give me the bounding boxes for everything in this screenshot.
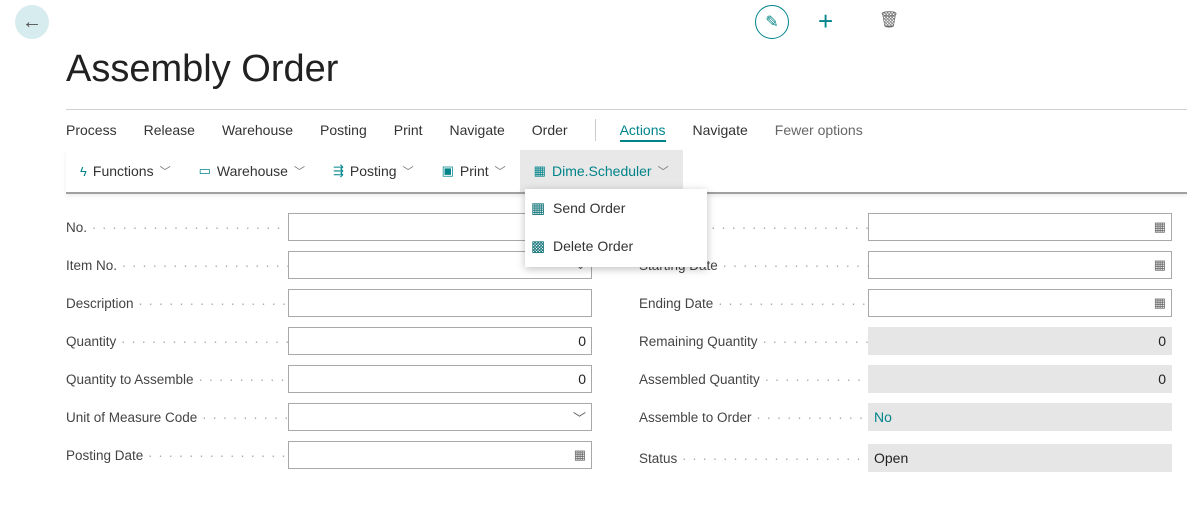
- functions-button[interactable]: ϟ Functions ﹀: [66, 150, 185, 192]
- delete-button[interactable]: 🗑: [879, 10, 899, 30]
- field-due-date: Due Date▦: [639, 213, 1172, 241]
- calendar-icon[interactable]: ▦: [1154, 295, 1166, 311]
- field-no: No.: [66, 213, 592, 241]
- left-fields: No. Item No.⌄ Description Quantity0 Quan…: [66, 213, 592, 469]
- field-status: StatusOpen: [639, 444, 1172, 472]
- field-label: Quantity: [66, 334, 288, 349]
- starting-date-input[interactable]: ▦: [868, 251, 1172, 279]
- tab-order[interactable]: Order: [532, 122, 568, 142]
- field-label: Description: [66, 296, 288, 311]
- field-assemble-to-order: Assemble to OrderNo: [639, 403, 1172, 431]
- posting-button[interactable]: ⇶ Posting ﹀: [319, 150, 428, 192]
- status-value: Open: [868, 444, 1172, 472]
- calendar-icon[interactable]: ▦: [574, 447, 586, 463]
- chevron-down-icon: ﹀: [657, 166, 669, 178]
- field-unit-of-measure: Unit of Measure Code ﹀: [66, 403, 592, 431]
- assembled-quantity-value: 0: [868, 365, 1172, 393]
- send-order-label: Send Order: [553, 200, 626, 216]
- right-fields: Due Date▦ Starting Date▦ Ending Date ▦ Re…: [639, 213, 1172, 472]
- field-label: Ending Date: [639, 296, 868, 311]
- new-button[interactable]: +: [818, 6, 833, 37]
- field-label: Quantity to Assemble: [66, 372, 288, 387]
- menu-item-delete-order[interactable]: ▩ Delete Order: [525, 227, 707, 265]
- trash-icon: 🗑: [879, 12, 900, 29]
- field-label: Unit of Measure Code: [66, 410, 288, 425]
- field-label: No.: [66, 220, 288, 235]
- field-quantity-to-assemble: Quantity to Assemble0: [66, 365, 592, 393]
- dime-scheduler-menu: ▦ Send Order ▩ Delete Order: [525, 189, 707, 267]
- tab-process[interactable]: Process: [66, 122, 117, 142]
- field-label: Status: [639, 451, 868, 466]
- print-button[interactable]: ▣ Print ﹀: [428, 150, 520, 192]
- warehouse-icon: ▭: [198, 163, 211, 178]
- tab-posting[interactable]: Posting: [320, 122, 367, 142]
- field-description: Description: [66, 289, 592, 317]
- warehouse-label: Warehouse: [216, 163, 288, 179]
- print-label: Print: [459, 163, 489, 179]
- arrow-left-icon: ←: [22, 10, 42, 33]
- field-starting-date: Starting Date▦: [639, 251, 1172, 279]
- field-label: Item No.: [66, 258, 288, 273]
- due-date-input[interactable]: ▦: [868, 213, 1172, 241]
- tab-separator: [594, 119, 596, 141]
- assemble-to-order-link[interactable]: No: [868, 403, 1172, 431]
- field-label: Posting Date: [66, 448, 288, 463]
- tab-release[interactable]: Release: [144, 122, 195, 142]
- dime-scheduler-label: Dime.Scheduler: [551, 163, 652, 179]
- field-quantity: Quantity0: [66, 327, 592, 355]
- calendar-icon[interactable]: ▦: [1154, 219, 1166, 235]
- page-title: Assembly Order: [66, 48, 339, 90]
- divider: [66, 109, 1187, 110]
- back-button[interactable]: ←: [15, 5, 49, 39]
- lightning-icon: ϟ: [80, 163, 87, 179]
- field-item-no: Item No.⌄: [66, 251, 592, 279]
- tab-navigate[interactable]: Navigate: [450, 122, 505, 142]
- field-label: Assembled Quantity: [639, 372, 868, 387]
- printer-icon: ▣: [441, 163, 454, 178]
- edit-button[interactable]: ✎: [755, 5, 789, 39]
- tab-warehouse[interactable]: Warehouse: [222, 122, 293, 142]
- field-label: Assemble to Order: [639, 410, 868, 425]
- ending-date-input[interactable]: ▦: [868, 289, 1172, 317]
- menu-item-send-order[interactable]: ▦ Send Order: [525, 189, 707, 227]
- calendar-icon[interactable]: ▦: [1154, 257, 1166, 273]
- field-label: Remaining Quantity: [639, 334, 868, 349]
- send-order-icon: ▦: [531, 200, 546, 217]
- functions-label: Functions: [92, 163, 154, 179]
- posting-icon: ⇶: [332, 163, 344, 178]
- field-assembled-quantity: Assembled Quantity0: [639, 365, 1172, 393]
- field-remaining-quantity: Remaining Quantity0: [639, 327, 1172, 355]
- action-tabs: Process Release Warehouse Posting Print …: [66, 119, 890, 142]
- plus-icon: +: [818, 6, 834, 36]
- pencil-icon: ✎: [765, 14, 779, 31]
- chevron-down-icon: ﹀: [293, 166, 305, 178]
- field-posting-date: Posting Date ▦: [66, 441, 592, 469]
- tab-navigate-2[interactable]: Navigate: [693, 122, 748, 142]
- description-input[interactable]: [288, 289, 592, 317]
- field-ending-date: Ending Date ▦: [639, 289, 1172, 317]
- tab-actions[interactable]: Actions: [619, 122, 666, 142]
- action-toolbar: ϟ Functions ﹀ ▭ Warehouse ﹀ ⇶ Posting ﹀ ▣ Print…: [66, 150, 1187, 194]
- dime-scheduler-button[interactable]: ▦ Dime.Scheduler ﹀: [519, 150, 683, 192]
- chevron-down-icon: ﹀: [402, 166, 414, 178]
- chevron-down-icon: ﹀: [572, 410, 586, 426]
- posting-label: Posting: [349, 163, 397, 179]
- quantity-input[interactable]: 0: [288, 327, 592, 355]
- delete-order-label: Delete Order: [553, 238, 634, 254]
- scheduler-icon: ▦: [533, 163, 546, 178]
- unit-of-measure-select[interactable]: ﹀: [288, 403, 592, 431]
- fewer-options-link[interactable]: Fewer options: [775, 122, 863, 142]
- delete-order-icon: ▩: [531, 238, 546, 255]
- warehouse-button[interactable]: ▭ Warehouse ﹀: [185, 150, 319, 192]
- quantity-to-assemble-input[interactable]: 0: [288, 365, 592, 393]
- chevron-down-icon: ﹀: [159, 166, 171, 178]
- chevron-down-icon: ﹀: [494, 166, 506, 178]
- tab-print[interactable]: Print: [394, 122, 423, 142]
- remaining-quantity-value: 0: [868, 327, 1172, 355]
- posting-date-input[interactable]: ▦: [288, 441, 592, 469]
